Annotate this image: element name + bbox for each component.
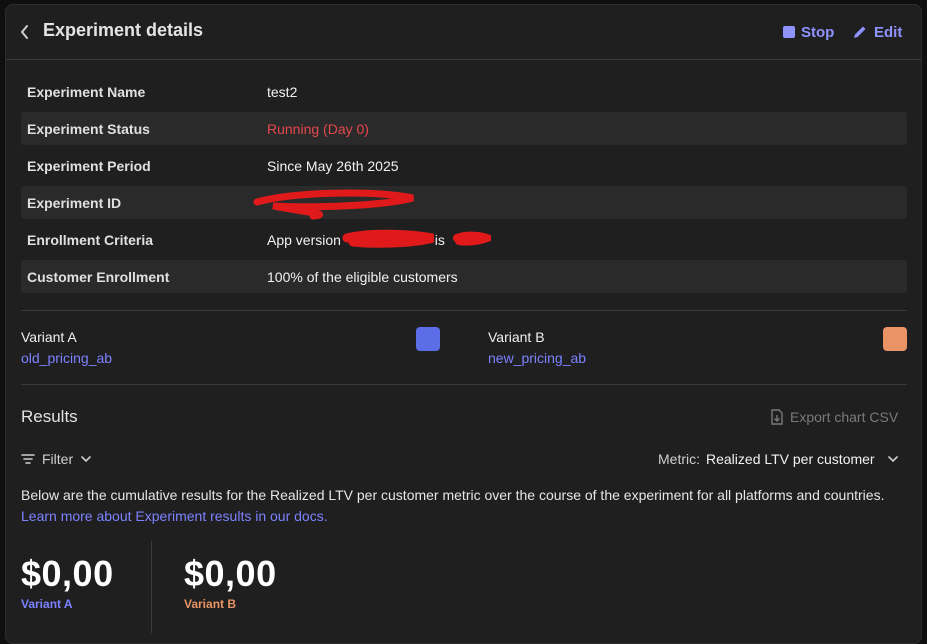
edit-button[interactable]: Edit: [852, 21, 902, 43]
stat-label: Variant B: [184, 597, 237, 611]
redaction-scribble: [253, 189, 414, 220]
variant-offering-link[interactable]: old_pricing_ab: [21, 350, 112, 366]
detail-row-enrollment-criteria: Enrollment Criteria App version is: [21, 223, 907, 256]
stat-variant-a: $0,00 Variant A: [21, 553, 114, 611]
variant-name: Variant B: [488, 329, 545, 345]
detail-value: test2: [267, 83, 298, 100]
divider: [21, 310, 907, 311]
detail-key: Experiment Status: [27, 120, 150, 137]
details-table: Experiment Name test2 Experiment Status …: [21, 75, 907, 297]
back-button[interactable]: [16, 21, 34, 43]
metric-value: Realized LTV per customer: [706, 451, 875, 467]
filter-label: Filter: [42, 451, 74, 467]
variant-a: Variant A old_pricing_ab: [21, 329, 112, 366]
stop-button[interactable]: Stop: [783, 21, 834, 43]
results-description: Below are the cumulative results for the…: [21, 485, 911, 527]
detail-key: Customer Enrollment: [27, 268, 170, 285]
variant-b-color-swatch: [883, 327, 907, 351]
stat-value: $0,00: [21, 553, 114, 594]
metric-label: Metric:: [658, 451, 700, 467]
detail-row-id: Experiment ID: [21, 186, 907, 220]
detail-row-period: Experiment Period Since May 26th 2025: [21, 149, 907, 182]
detail-key: Experiment ID: [27, 194, 122, 211]
chevron-down-icon: [887, 456, 898, 463]
export-csv-button[interactable]: Export chart CSV: [770, 409, 898, 425]
detail-key: Experiment Period: [27, 157, 151, 174]
detail-key: Experiment Name: [27, 83, 146, 100]
detail-row-customer-enrollment: Customer Enrollment 100% of the eligible…: [21, 260, 907, 293]
results-heading: Results: [21, 407, 78, 426]
variant-a-color-swatch: [416, 327, 440, 351]
pencil-icon: [854, 26, 866, 38]
detail-row-name: Experiment Name test2: [21, 75, 907, 108]
download-icon: [771, 409, 783, 425]
status-value: Running (Day 0): [267, 120, 369, 137]
chevron-down-icon: [81, 456, 91, 463]
chevron-left-icon: [21, 25, 28, 39]
metric-select[interactable]: Metric: Realized LTV per customer: [658, 451, 899, 467]
stat-value: $0,00: [184, 553, 277, 594]
page-title: Experiment details: [43, 20, 204, 40]
variant-offering-link[interactable]: new_pricing_ab: [488, 350, 586, 366]
filter-icon: [21, 454, 35, 464]
detail-row-status: Experiment Status Running (Day 0): [21, 112, 907, 145]
variant-b: Variant B new_pricing_ab: [488, 329, 586, 366]
detail-value: Since May 26th 2025: [267, 157, 399, 174]
detail-key: Enrollment Criteria: [27, 231, 154, 248]
stop-icon: [783, 26, 795, 38]
docs-link[interactable]: Learn more about Experiment results in o…: [21, 506, 911, 527]
filter-button[interactable]: Filter: [21, 451, 92, 467]
redaction-scribble: [342, 229, 491, 248]
stop-label: Stop: [801, 23, 835, 41]
description-text: Below are the cumulative results for the…: [21, 487, 885, 503]
detail-value: 100% of the eligible customers: [267, 268, 458, 285]
criteria-text: App version: [267, 231, 341, 248]
variant-name: Variant A: [21, 329, 77, 345]
stat-divider: [151, 541, 152, 633]
divider: [21, 384, 907, 385]
export-label: Export chart CSV: [790, 409, 899, 425]
stat-label: Variant A: [21, 597, 73, 611]
stat-variant-b: $0,00 Variant B: [184, 553, 277, 611]
edit-label: Edit: [874, 23, 903, 41]
header-bar: Experiment details Stop Edit: [6, 5, 921, 60]
experiment-details-panel: Experiment details Stop Edit Experiment …: [5, 4, 922, 644]
